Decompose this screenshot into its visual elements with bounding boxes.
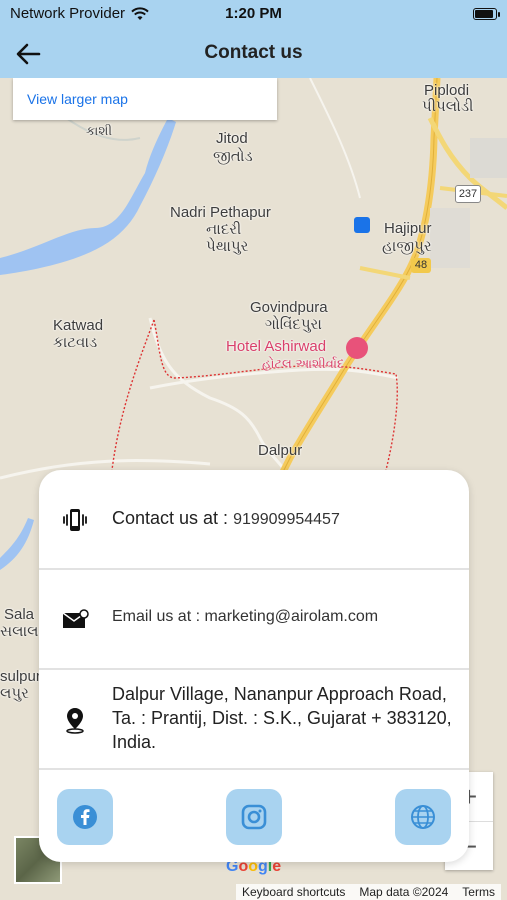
- map-label: સલાલ: [0, 623, 39, 640]
- page-title: Contact us: [204, 42, 303, 63]
- facebook-icon: [73, 805, 97, 829]
- map-label: Katwad: [53, 317, 104, 334]
- email-text: Email us at : marketing@airolam.com: [112, 608, 379, 625]
- phone-vibrate-icon: [63, 509, 87, 531]
- transit-icon: [354, 217, 370, 233]
- hotel-pin-icon[interactable]: [346, 337, 368, 359]
- app-header: Contact us: [0, 30, 507, 78]
- facebook-button[interactable]: [57, 789, 113, 845]
- map-label: sulpur: [0, 668, 41, 685]
- instagram-icon: [241, 804, 267, 830]
- phone-label: Contact us at :: [112, 508, 234, 528]
- road-shield: 237: [455, 185, 481, 203]
- address-row[interactable]: Dalpur Village, Nananpur Approach Road, …: [39, 670, 469, 770]
- map-label: કાટવાડ: [53, 334, 98, 351]
- status-time: 1:20 PM: [225, 5, 282, 22]
- map-label: જીતોડ: [213, 148, 253, 165]
- instagram-button[interactable]: [226, 789, 282, 845]
- phone-row[interactable]: Contact us at : 919909954457: [39, 470, 469, 570]
- address-text: Dalpur Village, Nananpur Approach Road, …: [112, 684, 452, 752]
- map-label: કાશી: [86, 123, 113, 138]
- map-data-text: Map data ©2024: [359, 885, 449, 899]
- terms-link[interactable]: Terms: [462, 884, 495, 900]
- location-pin-icon: [66, 708, 84, 734]
- map-label: Sala: [4, 606, 35, 623]
- view-larger-map-link[interactable]: View larger map: [27, 91, 128, 107]
- status-bar: Network Provider 1:20 PM: [0, 0, 507, 30]
- phone-number[interactable]: 919909954457: [233, 511, 340, 528]
- map-label: પેથાપુર: [206, 238, 249, 255]
- website-button[interactable]: [395, 789, 451, 845]
- email-row[interactable]: Email us at : marketing@airolam.com: [39, 570, 469, 670]
- email-icon: [62, 609, 89, 628]
- globe-icon: [411, 805, 435, 829]
- map-label: Jitod: [216, 130, 248, 147]
- map-label: Piplodi: [424, 82, 470, 99]
- keyboard-shortcuts-link[interactable]: Keyboard shortcuts: [242, 884, 345, 900]
- map-label: હાજીપુર: [382, 238, 432, 255]
- map-label: પીપલોડી: [422, 98, 474, 115]
- social-links: [39, 770, 469, 862]
- map-attribution: Keyboard shortcuts Map data ©2024 Terms: [236, 884, 501, 900]
- map-label: ગોવિંદપુરા: [265, 316, 322, 333]
- map-label: Govindpura: [250, 299, 328, 316]
- map-label: Nadri Pethapur: [170, 204, 271, 221]
- map-label: Hajipur: [384, 220, 432, 237]
- map-label: લપુર: [0, 685, 29, 702]
- contact-card: Contact us at : 919909954457 Email us at…: [39, 470, 469, 862]
- map-label-hotel: Hotel Ashirwad: [226, 338, 327, 355]
- map-label: નાદરી: [206, 221, 242, 238]
- battery-icon: [473, 8, 500, 20]
- map-label-hotel: હોટલ આશીર્વાદ: [262, 356, 345, 371]
- view-larger-map-box: View larger map: [13, 78, 277, 120]
- road-shield: 48: [411, 258, 431, 273]
- map-label: Dalpur: [258, 442, 303, 459]
